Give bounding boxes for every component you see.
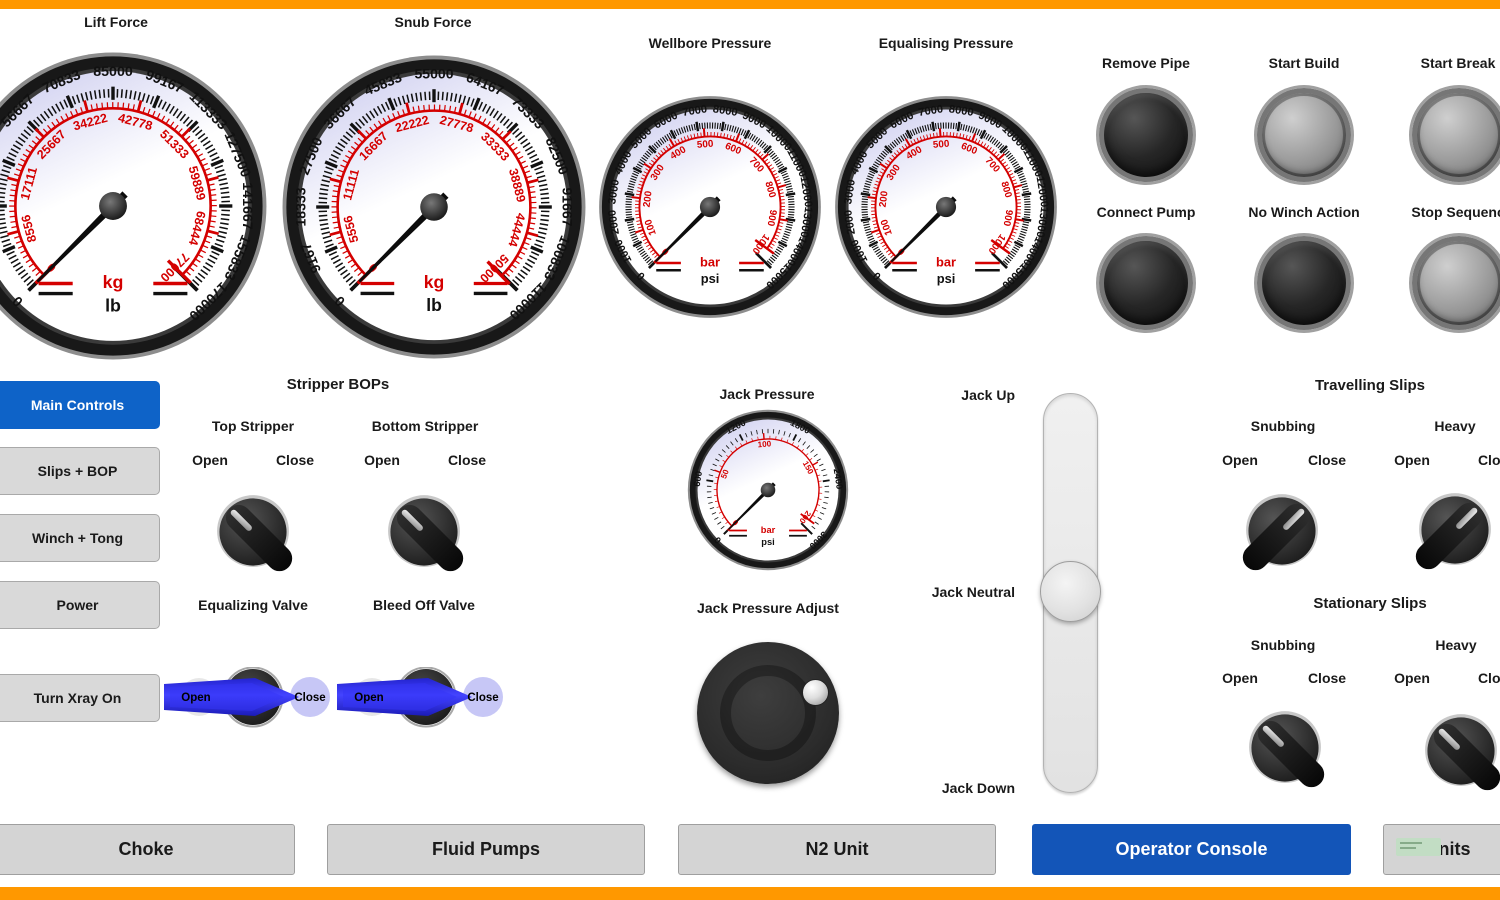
stationary-heavy-label: Heavy: [1435, 637, 1476, 653]
travelling-snubbing-close-label: Close: [1308, 452, 1346, 468]
svg-text:18333: 18333: [292, 187, 308, 226]
svg-text:psi: psi: [701, 271, 720, 286]
travelling-slips-title: Travelling Slips: [1315, 377, 1425, 394]
jack-pressure-gauge: 06001200180024003000050100150200barpsi: [687, 409, 849, 571]
travelling-heavy-label: Heavy: [1434, 418, 1475, 434]
svg-text:psi: psi: [937, 271, 956, 286]
stripper-bops-title: Stripper BOPs: [287, 376, 390, 393]
equalising-pressure-gauge: 0100020003000400050006000700080009000100…: [834, 95, 1058, 319]
svg-text:lb: lb: [426, 295, 442, 315]
svg-text:500: 500: [697, 139, 715, 151]
start-break-label: Start Break: [1421, 55, 1496, 71]
top-stripper-open-label: Open: [192, 452, 228, 468]
jack-up-label: Jack Up: [885, 387, 1015, 403]
svg-text:bar: bar: [761, 525, 776, 535]
bleed-off-valve-label: Bleed Off Valve: [373, 597, 475, 613]
travelling-snubbing-label: Snubbing: [1251, 418, 1316, 434]
jack-down-label: Jack Down: [885, 780, 1015, 796]
stop-sequence-button[interactable]: [1412, 236, 1500, 330]
travelling-snubbing-knob[interactable]: [1230, 479, 1334, 583]
equalizing-valve-label: Equalizing Valve: [198, 597, 308, 613]
snub-force-title: Snub Force: [394, 14, 471, 30]
lift-force-title: Lift Force: [84, 14, 148, 30]
bottom-stripper-label: Bottom Stripper: [372, 418, 479, 434]
travelling-heavy-knob[interactable]: [1403, 478, 1500, 582]
tab-fluid-pumps[interactable]: Fluid Pumps: [327, 824, 645, 875]
svg-text:bar: bar: [700, 254, 720, 269]
stationary-snubbing-label: Snubbing: [1251, 637, 1316, 653]
jack-neutral-label: Jack Neutral: [885, 584, 1015, 600]
equalising-pressure-title: Equalising Pressure: [879, 35, 1014, 51]
svg-text:141667: 141667: [239, 182, 255, 230]
svg-text:Close: Close: [294, 692, 325, 704]
units-status-badge: [1396, 838, 1441, 856]
svg-text:85000: 85000: [93, 64, 133, 80]
stationary-snubbing-close-label: Close: [1308, 670, 1346, 686]
sidebar-item-winch-tong[interactable]: Winch + Tong: [0, 514, 160, 562]
svg-text:500: 500: [933, 139, 951, 151]
travelling-heavy-close-label: Close: [1478, 452, 1500, 468]
connect-pump-button[interactable]: [1099, 236, 1193, 330]
tab-units[interactable]: Units: [1383, 824, 1500, 875]
wellbore-pressure-title: Wellbore Pressure: [649, 35, 772, 51]
jack-pressure-adjust-knob[interactable]: [697, 642, 839, 784]
sidebar-item-main-controls[interactable]: Main Controls: [0, 381, 160, 429]
stationary-heavy-close-label: Close: [1478, 670, 1500, 686]
no-winch-action-button[interactable]: [1257, 236, 1351, 330]
stationary-heavy-open-label: Open: [1394, 670, 1430, 686]
wellbore-pressure-gauge: 0100020003000400050006000700080009000100…: [598, 95, 822, 319]
snub-force-gauge: 0916718333275003666745833550006416773333…: [281, 54, 587, 360]
svg-text:lb: lb: [105, 295, 121, 315]
start-break-button[interactable]: [1412, 88, 1500, 182]
tab-n2-unit[interactable]: N2 Unit: [678, 824, 996, 875]
bottom-stripper-knob[interactable]: [372, 480, 476, 584]
sidebar-item-turn-xray-on[interactable]: Turn Xray On: [0, 674, 160, 722]
top-stripper-close-label: Close: [276, 452, 314, 468]
remove-pipe-button[interactable]: [1099, 88, 1193, 182]
svg-text:Close: Close: [467, 692, 498, 704]
jack-pressure-adjust-label: Jack Pressure Adjust: [697, 600, 839, 616]
no-winch-action-label: No Winch Action: [1248, 204, 1359, 220]
operator-console-screen: { "colors":{"orange":"#FF9800","sidebar_…: [0, 0, 1500, 900]
jack-slider-handle[interactable]: [1040, 561, 1101, 622]
stationary-snubbing-knob[interactable]: [1233, 696, 1337, 800]
stop-sequence-label: Stop Sequence: [1411, 204, 1500, 220]
knob-indicator-dot: [802, 679, 829, 706]
start-build-button[interactable]: [1257, 88, 1351, 182]
start-build-label: Start Build: [1269, 55, 1340, 71]
svg-text:200: 200: [878, 190, 891, 208]
svg-text:Open: Open: [181, 692, 210, 704]
connect-pump-label: Connect Pump: [1097, 204, 1196, 220]
top-stripper-knob[interactable]: [201, 480, 305, 584]
svg-text:100: 100: [757, 439, 772, 449]
svg-text:kg: kg: [103, 272, 124, 292]
svg-text:bar: bar: [936, 254, 956, 269]
top-stripper-label: Top Stripper: [212, 418, 294, 434]
tab-choke[interactable]: Choke: [0, 824, 295, 875]
svg-text:kg: kg: [424, 272, 445, 292]
tab-operator-console[interactable]: Operator Console: [1032, 824, 1351, 875]
svg-text:Open: Open: [354, 692, 383, 704]
svg-text:55000: 55000: [414, 65, 453, 81]
remove-pipe-label: Remove Pipe: [1102, 55, 1190, 71]
sidebar-item-slips-bop[interactable]: Slips + BOP: [0, 447, 160, 495]
svg-text:91667: 91667: [560, 187, 576, 226]
lift-force-gauge: 0141672833342500566677083385000991671133…: [0, 51, 268, 361]
top-orange-bar: [0, 0, 1500, 9]
travelling-snubbing-open-label: Open: [1222, 452, 1258, 468]
bottom-stripper-open-label: Open: [364, 452, 400, 468]
travelling-heavy-open-label: Open: [1394, 452, 1430, 468]
stationary-slips-title: Stationary Slips: [1313, 595, 1426, 612]
jack-pressure-title: Jack Pressure: [720, 386, 815, 402]
bottom-orange-bar: [0, 887, 1500, 900]
svg-text:psi: psi: [761, 537, 774, 547]
svg-text:200: 200: [642, 190, 655, 208]
equalizing-valve-lever[interactable]: Open Close: [160, 667, 335, 729]
bottom-stripper-close-label: Close: [448, 452, 486, 468]
sidebar-item-power[interactable]: Power: [0, 581, 160, 629]
stationary-snubbing-open-label: Open: [1222, 670, 1258, 686]
bleed-off-valve-lever[interactable]: Open Close: [333, 667, 508, 729]
stationary-heavy-knob[interactable]: [1409, 699, 1500, 803]
